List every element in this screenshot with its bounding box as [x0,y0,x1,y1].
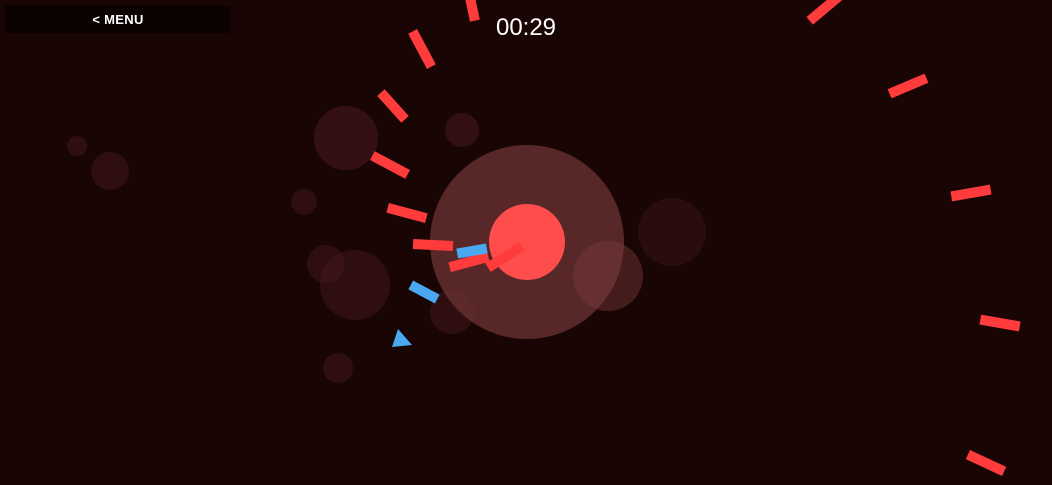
bubble [91,152,129,190]
bubble [307,245,345,283]
bubble [638,198,706,266]
bubble [445,113,479,147]
enemy-bar [412,238,454,252]
bubble [67,136,87,156]
menu-button[interactable]: < MENU [5,5,231,33]
timer: 00:29 [495,14,557,41]
bubble [314,106,378,170]
bubble [323,353,353,383]
bubble [291,189,317,215]
game-canvas[interactable] [0,0,1052,485]
aura-bubble [573,241,643,311]
core [489,204,565,280]
